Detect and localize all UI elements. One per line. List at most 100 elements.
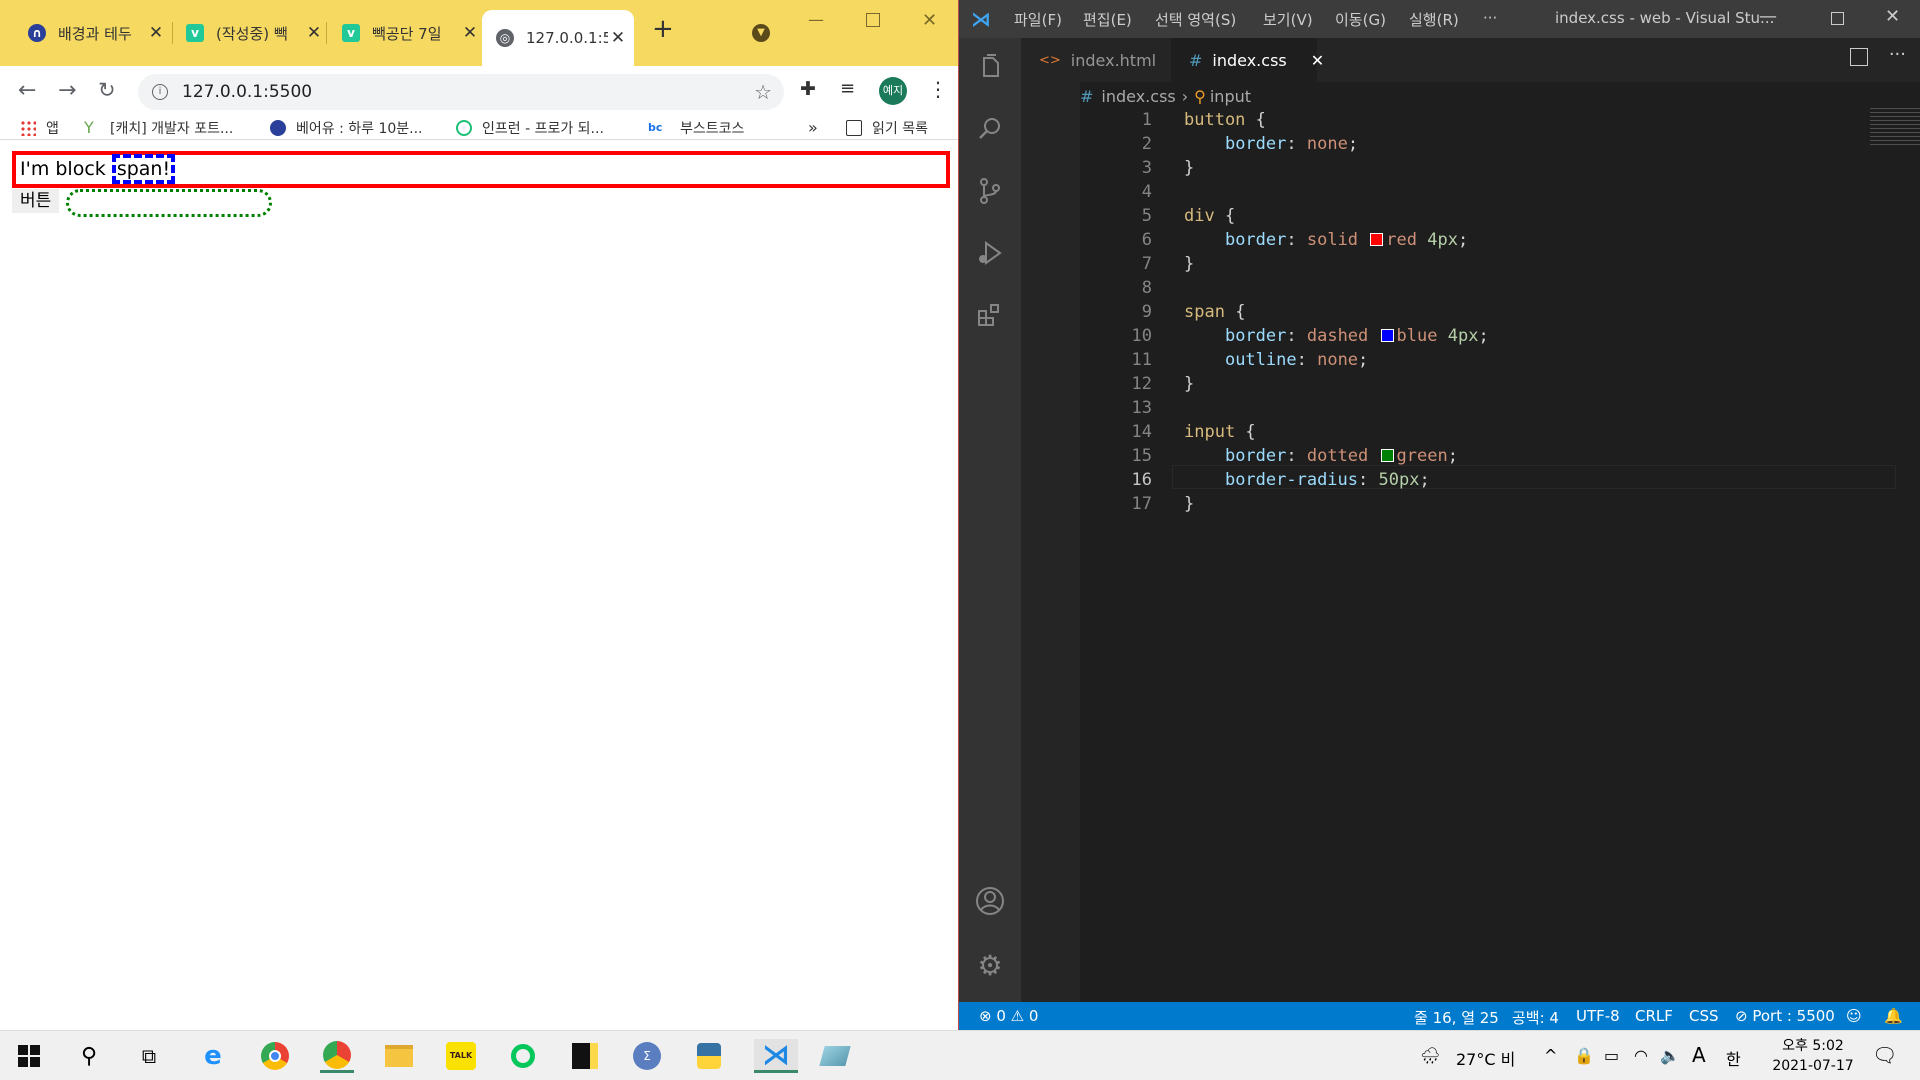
url-text[interactable]: 127.0.0.1:5500 (182, 82, 312, 102)
code-editor[interactable]: 1 2 3 4 5 6 7 8 9 10 11 12 13 14 15 16 1… (1080, 108, 1920, 1002)
line-number: 10 (1131, 326, 1152, 346)
feedback-icon[interactable]: ☺ (1846, 1007, 1862, 1025)
internet-explorer-icon[interactable]: e (196, 1039, 230, 1073)
app-icon[interactable]: Σ (630, 1039, 664, 1073)
reading-list[interactable]: 읽기 목록 (846, 118, 928, 138)
menu-edit[interactable]: 편집(E) (1083, 9, 1132, 30)
app-window-icon[interactable] (818, 1039, 852, 1073)
minimize-icon[interactable]: — (808, 10, 824, 29)
indentation[interactable]: 공백: 4 (1512, 1007, 1559, 1028)
browser-tab-3[interactable]: v 빽공단 7일 ✕ (328, 12, 486, 54)
tray-expand-icon[interactable]: ^ (1544, 1046, 1557, 1065)
language-mode[interactable]: CSS (1689, 1007, 1719, 1025)
menu-go[interactable]: 이동(G) (1335, 9, 1386, 30)
weather-text[interactable]: 27°C 비 (1456, 1046, 1515, 1070)
maximize-icon[interactable] (866, 13, 880, 27)
speaker-icon[interactable]: 🔈 (1660, 1046, 1680, 1065)
css-icon: # (1080, 86, 1094, 106)
chrome-profile-icon[interactable] (320, 1039, 354, 1073)
encoding[interactable]: UTF-8 (1576, 1007, 1620, 1025)
explorer-icon[interactable] (973, 50, 1007, 84)
browser-tab-2[interactable]: v (작성중) 빽 ✕ (172, 12, 330, 54)
account-icon[interactable] (973, 884, 1007, 918)
close-window-icon[interactable]: ✕ (922, 10, 937, 31)
reload-icon[interactable]: ↻ (98, 78, 116, 102)
problems-indicator[interactable]: ⊗ 0 ⚠ 0 (979, 1007, 1038, 1025)
close-icon[interactable]: ✕ (460, 23, 480, 43)
ime-mode[interactable]: A (1692, 1043, 1706, 1067)
back-icon[interactable]: ← (18, 78, 36, 103)
battery-icon[interactable]: ▭ (1604, 1046, 1619, 1065)
menu-selection[interactable]: 선택 영역(S) (1155, 9, 1236, 30)
bookmark-bearu[interactable]: 베어유 : 하루 10분... (270, 118, 423, 138)
minimap[interactable] (1870, 108, 1920, 146)
file-explorer-icon[interactable] (382, 1039, 416, 1073)
profile-avatar[interactable]: 예지 (879, 77, 907, 105)
line-ending[interactable]: CRLF (1635, 1007, 1673, 1025)
notifications-bell-icon[interactable]: 🔔 (1884, 1007, 1903, 1025)
media-control-icon[interactable]: ≡ (840, 78, 855, 99)
naver-whale-icon[interactable] (506, 1039, 540, 1073)
page-button[interactable]: 버튼 (12, 189, 60, 213)
page-input[interactable] (66, 189, 272, 217)
bookmark-star-icon[interactable]: ☆ (754, 80, 772, 104)
chrome-icon[interactable] (258, 1039, 292, 1073)
close-icon[interactable]: ✕ (608, 28, 628, 48)
close-icon[interactable]: ✕ (146, 23, 166, 43)
tab-search-icon[interactable]: ▼ (752, 24, 770, 42)
menu-view[interactable]: 보기(V) (1263, 9, 1313, 30)
search-icon[interactable] (973, 112, 1007, 146)
line-number: 12 (1131, 374, 1152, 394)
info-icon[interactable]: i (152, 84, 168, 100)
css-icon: # (1189, 50, 1203, 70)
extensions-icon[interactable]: ✚ (800, 78, 816, 100)
close-icon[interactable]: ✕ (1311, 51, 1324, 70)
source-control-icon[interactable] (973, 174, 1007, 208)
input-language[interactable]: 한 (1726, 1046, 1741, 1070)
bookmark-apps[interactable]: 앱 (20, 118, 59, 138)
sticky-notes-icon[interactable] (568, 1039, 602, 1073)
more-actions-icon[interactable]: ··· (1889, 44, 1906, 65)
live-server-port[interactable]: ⊘ Port : 5500 (1735, 1007, 1835, 1025)
address-bar[interactable]: i 127.0.0.1:5500 ☆ (138, 74, 784, 110)
new-tab-button[interactable]: + (652, 14, 674, 44)
python-icon[interactable] (692, 1039, 726, 1073)
maximize-icon[interactable] (1831, 12, 1844, 25)
browser-tab-1[interactable]: ∩ 배경과 테두 ✕ (14, 12, 172, 54)
forward-icon[interactable]: → (58, 78, 76, 103)
window-title: index.css - web - Visual Stu... (1555, 9, 1775, 27)
clock[interactable]: 오후 5:02 2021-07-17 (1768, 1035, 1858, 1074)
bookmark-catch[interactable]: Y [캐치] 개발자 포트... (84, 118, 233, 138)
menu-kebab-icon[interactable]: ⋮ (928, 77, 948, 101)
cursor-position[interactable]: 줄 16, 열 25 (1414, 1007, 1499, 1028)
split-editor-icon[interactable] (1850, 48, 1868, 66)
windows-start-icon[interactable] (12, 1039, 46, 1073)
bookmark-boostcourse[interactable]: bc 부스트코스 (648, 118, 744, 138)
menu-file[interactable]: 파일(F) (1014, 9, 1062, 30)
browser-tab-active[interactable]: ◎ 127.0.0.1:5 ✕ (482, 10, 634, 66)
bookmark-overflow[interactable]: » (808, 118, 818, 137)
run-debug-icon[interactable] (973, 236, 1007, 270)
breadcrumb-file[interactable]: index.css (1101, 87, 1175, 106)
block-div: I'm block span! (12, 151, 950, 188)
kakaotalk-icon[interactable]: TALK (444, 1039, 478, 1073)
bookmark-label: 부스트코스 (680, 121, 745, 137)
minimize-icon[interactable]: — (1759, 6, 1777, 27)
editor-tab-index-html[interactable]: <> index.html (1021, 38, 1171, 82)
search-icon[interactable]: ⚲ (72, 1039, 106, 1073)
notification-center-icon[interactable]: 🗨 (1872, 1043, 1897, 1067)
editor-tab-index-css[interactable]: # index.css ✕ (1171, 38, 1324, 82)
task-view-icon[interactable]: ⧉ (132, 1039, 166, 1073)
lock-icon[interactable]: 🔒 (1574, 1046, 1594, 1065)
close-window-icon[interactable]: ✕ (1885, 6, 1900, 27)
extensions-icon[interactable] (973, 298, 1007, 332)
breadcrumb-symbol[interactable]: input (1210, 87, 1251, 106)
vscode-taskbar-icon[interactable]: ⋊ (754, 1038, 798, 1073)
wifi-icon[interactable]: ◠ (1634, 1046, 1648, 1065)
weather-icon[interactable]: 🌧 (1420, 1046, 1440, 1065)
menu-run[interactable]: 실행(R) (1409, 9, 1459, 30)
menu-more[interactable]: ··· (1483, 9, 1497, 27)
close-icon[interactable]: ✕ (304, 23, 324, 43)
settings-gear-icon[interactable]: ⚙ (973, 948, 1007, 982)
bookmark-inflearn[interactable]: 인프런 - 프로가 되... (456, 118, 604, 138)
